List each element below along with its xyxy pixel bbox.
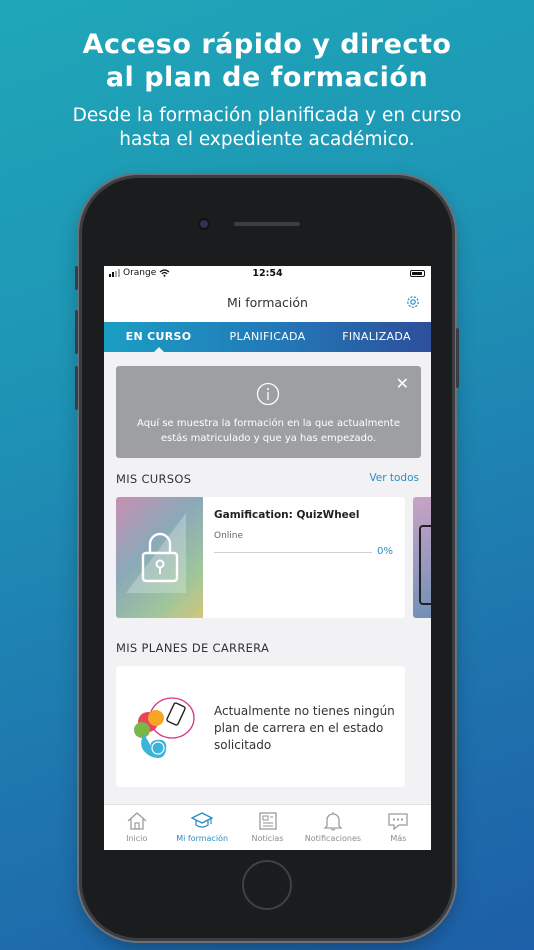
info-text-line-1: Aquí se muestra la formación en la que a…	[137, 418, 400, 429]
newspaper-icon	[258, 812, 277, 830]
bell-icon	[323, 812, 343, 831]
battery-icon	[410, 270, 425, 277]
app-screen: Orange 12:54 Mi formación EN CURSO PLANI…	[104, 266, 431, 850]
phone-frame: Orange 12:54 Mi formación EN CURSO PLANI…	[75, 178, 459, 938]
courses-section-title: MIS CURSOS	[116, 472, 192, 486]
career-empty-line-3: solicitado	[214, 738, 272, 752]
next-course-card[interactable]	[413, 497, 431, 618]
tabbar-label-notificaciones: Notificaciones	[304, 834, 362, 843]
info-icon	[256, 382, 280, 406]
tabbar-label-noticias: Noticias	[251, 834, 284, 843]
hero-title-line-1: Acceso rápido y directo	[82, 29, 452, 60]
career-empty-text: Actualmente no tienes ningún plan de car…	[214, 703, 399, 754]
lock-icon	[141, 532, 179, 583]
tab-en-curso[interactable]: EN CURSO	[104, 322, 213, 353]
segment-tabs: EN CURSO PLANIFICADA FINALIZADA	[104, 322, 431, 353]
volume-down-button	[75, 366, 78, 410]
status-time: 12:54	[252, 268, 283, 279]
tabbar-item-mas[interactable]: Más	[366, 805, 431, 850]
info-text: Aquí se muestra la formación en la que a…	[126, 416, 411, 446]
career-illustration-icon	[134, 697, 195, 758]
course-name: Gamification: QuizWheel	[214, 509, 360, 521]
tab-planificada[interactable]: PLANIFICADA	[213, 322, 322, 352]
power-button	[456, 328, 459, 388]
page-title: Mi formación	[227, 295, 308, 310]
tabbar-item-inicio[interactable]: Inicio	[104, 805, 169, 850]
tabbar-label-mas: Más	[390, 834, 407, 843]
bottom-tab-bar: Inicio Mi formación Noticias Notificacio…	[104, 804, 431, 850]
hero-title: Acceso rápido y directo al plan de forma…	[0, 28, 534, 94]
hero-subtitle-line-2: hasta el expediente académico.	[119, 129, 415, 150]
graduation-cap-icon	[191, 812, 214, 828]
career-empty-line-2: plan de carrera en el estado	[214, 721, 384, 735]
earpiece-speaker	[234, 222, 300, 226]
tabbar-item-notificaciones[interactable]: Notificaciones	[300, 805, 365, 850]
hero-title-line-2: al plan de formación	[105, 62, 429, 93]
career-section-title: MIS PLANES DE CARRERA	[116, 641, 270, 655]
mute-switch	[75, 266, 78, 290]
hero-subtitle-line-1: Desde la formación planificada y en curs…	[72, 105, 462, 126]
info-text-line-2: estás matriculado y que ya has empezado.	[160, 433, 377, 444]
tabbar-label-mi-formacion: Mi formación	[176, 834, 229, 843]
home-button[interactable]	[242, 860, 292, 910]
front-camera	[200, 220, 208, 228]
volume-up-button	[75, 310, 78, 354]
home-icon	[127, 812, 147, 830]
close-icon[interactable]: ✕	[396, 374, 409, 394]
course-card[interactable]: Gamification: QuizWheel Online 0%	[116, 497, 405, 618]
tabbar-item-noticias[interactable]: Noticias	[235, 805, 300, 850]
course-type: Online	[214, 531, 244, 541]
tabbar-label-inicio: Inicio	[126, 834, 148, 843]
hero-subtitle: Desde la formación planificada y en curs…	[0, 104, 534, 152]
course-progress-bar	[214, 552, 372, 553]
see-all-link[interactable]: Ver todos	[369, 472, 419, 484]
info-banner: ✕ Aquí se muestra la formación en la que…	[116, 366, 421, 458]
career-empty-line-1: Actualmente no tienes ningún	[214, 704, 395, 718]
nav-bar: Mi formación	[104, 282, 431, 322]
course-progress-percent: 0%	[377, 546, 393, 557]
tabbar-item-mi-formacion[interactable]: Mi formación	[169, 805, 234, 850]
course-thumbnail	[116, 497, 203, 618]
tab-finalizada[interactable]: FINALIZADA	[322, 322, 431, 352]
gear-icon[interactable]	[405, 294, 421, 310]
status-bar: Orange 12:54	[104, 266, 431, 282]
career-empty-card: Actualmente no tienes ningún plan de car…	[116, 666, 405, 787]
chat-more-icon	[388, 813, 408, 831]
